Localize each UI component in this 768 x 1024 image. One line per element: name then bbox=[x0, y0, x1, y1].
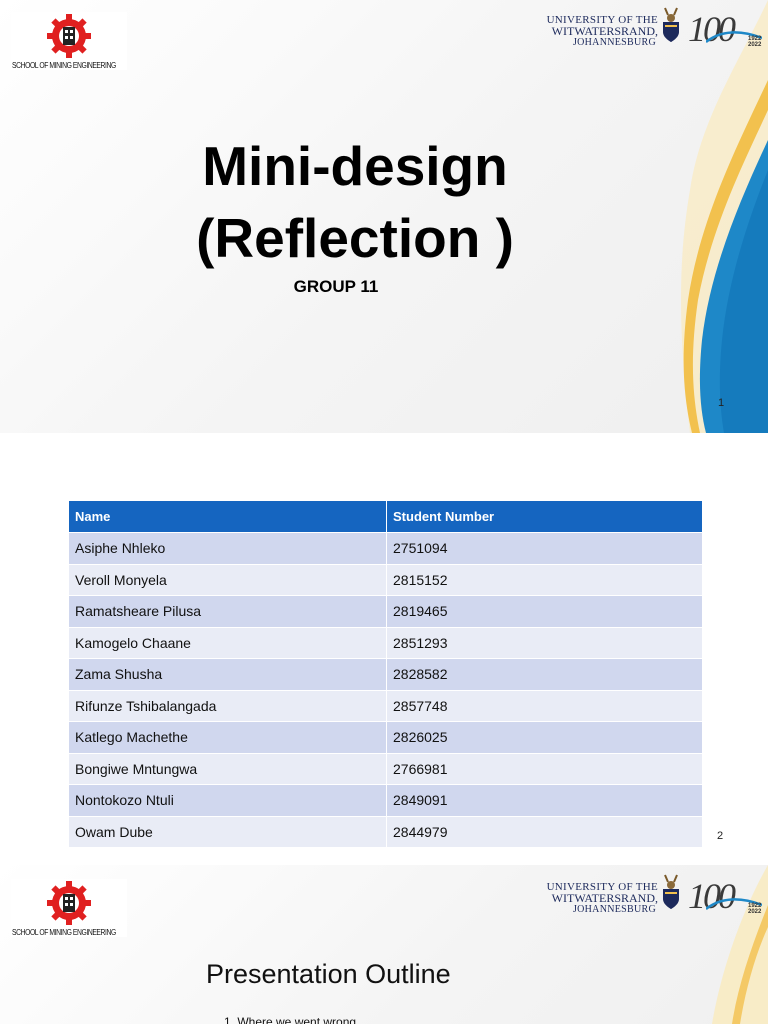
cell-student-number: 2819465 bbox=[386, 595, 703, 627]
table-header-row: Name Student Number bbox=[69, 501, 703, 533]
cell-student-number: 2751094 bbox=[386, 532, 703, 564]
mining-gear-icon bbox=[47, 14, 91, 58]
cell-student-number: 2766981 bbox=[386, 752, 703, 785]
table-row: Nontokozo Ntuli 2849091 bbox=[69, 784, 703, 816]
table-row: Bongiwe Mntungwa 2766981 bbox=[69, 752, 703, 785]
table-row: Katlego Machethe 2826025 bbox=[69, 721, 703, 753]
wits-line2: WITWATERSRAND, bbox=[551, 891, 658, 905]
year-end: 2022 bbox=[748, 42, 762, 48]
cell-student-number: 2851293 bbox=[386, 626, 703, 659]
school-of-mining-logo: SCHOOL OF MINING ENGINEERING bbox=[11, 12, 127, 70]
page-number: 1 bbox=[718, 397, 725, 409]
cell-name: Bongiwe Mntungwa bbox=[69, 752, 387, 785]
table-row: Ramatsheare Pilusa 2819465 bbox=[69, 595, 703, 627]
outline-item: 1. Where we went wrong bbox=[224, 1015, 357, 1024]
cell-student-number: 2857748 bbox=[386, 689, 703, 722]
cell-name: Nontokozo Ntuli bbox=[69, 784, 387, 816]
outline-title: Presentation Outline bbox=[206, 959, 451, 989]
table-row: Asiphe Nhleko 2751094 bbox=[69, 532, 703, 564]
title-line2: (Reflection ) bbox=[196, 207, 514, 269]
cell-name: Rifunze Tshibalangada bbox=[69, 689, 387, 722]
cell-name: Kamogelo Chaane bbox=[69, 626, 387, 659]
cell-student-number: 2815152 bbox=[386, 563, 703, 596]
cell-student-number: 2849091 bbox=[386, 784, 703, 816]
header-name: Name bbox=[69, 501, 387, 533]
year-end: 2022 bbox=[748, 909, 762, 915]
cell-name: Owam Dube bbox=[69, 815, 387, 847]
centenary-years: 1922 2022 bbox=[748, 36, 761, 48]
members-table: Name Student Number Asiphe Nhleko 2751094… bbox=[69, 501, 703, 847]
wits-line2: WITWATERSRAND, bbox=[551, 24, 658, 38]
slide-1: SCHOOL OF MINING ENGINEERING UNIVERSITY … bbox=[0, 0, 768, 433]
cell-name: Veroll Monyela bbox=[69, 563, 387, 596]
table-row: Zama Shusha 2828582 bbox=[69, 658, 703, 690]
cell-name: Zama Shusha bbox=[69, 658, 387, 690]
wits-line3: JOHANNESBURG bbox=[572, 37, 656, 48]
school-caption: SCHOOL OF MINING ENGINEERING bbox=[12, 61, 116, 70]
table-row: Kamogelo Chaane 2851293 bbox=[69, 626, 703, 659]
table-row: Veroll Monyela 2815152 bbox=[69, 563, 703, 596]
wits-wordmark: UNIVERSITY OF THE WITWATERSRAND, JOHANNE… bbox=[546, 15, 658, 49]
wits-crest-icon bbox=[663, 7, 679, 42]
mining-gear-icon bbox=[47, 881, 91, 925]
slide-subtitle: GROUP 11 bbox=[293, 277, 379, 296]
slide-2: Name Student Number Asiphe Nhleko 2751094… bbox=[0, 433, 768, 865]
page-number: 2 bbox=[717, 830, 724, 842]
cell-name: Katlego Machethe bbox=[69, 721, 387, 753]
cell-name: Asiphe Nhleko bbox=[69, 532, 387, 564]
school-of-mining-logo: SCHOOL OF MINING ENGINEERING bbox=[11, 879, 127, 937]
slide-3: SCHOOL OF MINING ENGINEERING UNIVERSITY … bbox=[0, 865, 768, 1024]
header-student-number: Student Number bbox=[386, 501, 703, 533]
wits-line3: JOHANNESBURG bbox=[572, 904, 656, 915]
wits-crest-icon bbox=[663, 874, 679, 909]
cell-name: Ramatsheare Pilusa bbox=[69, 595, 387, 627]
cell-student-number: 2844979 bbox=[386, 815, 703, 847]
school-caption: SCHOOL OF MINING ENGINEERING bbox=[12, 928, 116, 937]
wits-wordmark: UNIVERSITY OF THE WITWATERSRAND, JOHANNE… bbox=[546, 882, 658, 916]
title-line1: Mini-design bbox=[202, 135, 508, 197]
table-row: Rifunze Tshibalangada 2857748 bbox=[69, 689, 703, 722]
cell-student-number: 2826025 bbox=[386, 721, 703, 753]
slide-title: Mini-design (Reflection ) bbox=[150, 130, 560, 274]
centenary-years: 1922 2022 bbox=[748, 903, 761, 915]
cell-student-number: 2828582 bbox=[386, 658, 703, 690]
table-row: Owam Dube 2844979 bbox=[69, 815, 703, 847]
